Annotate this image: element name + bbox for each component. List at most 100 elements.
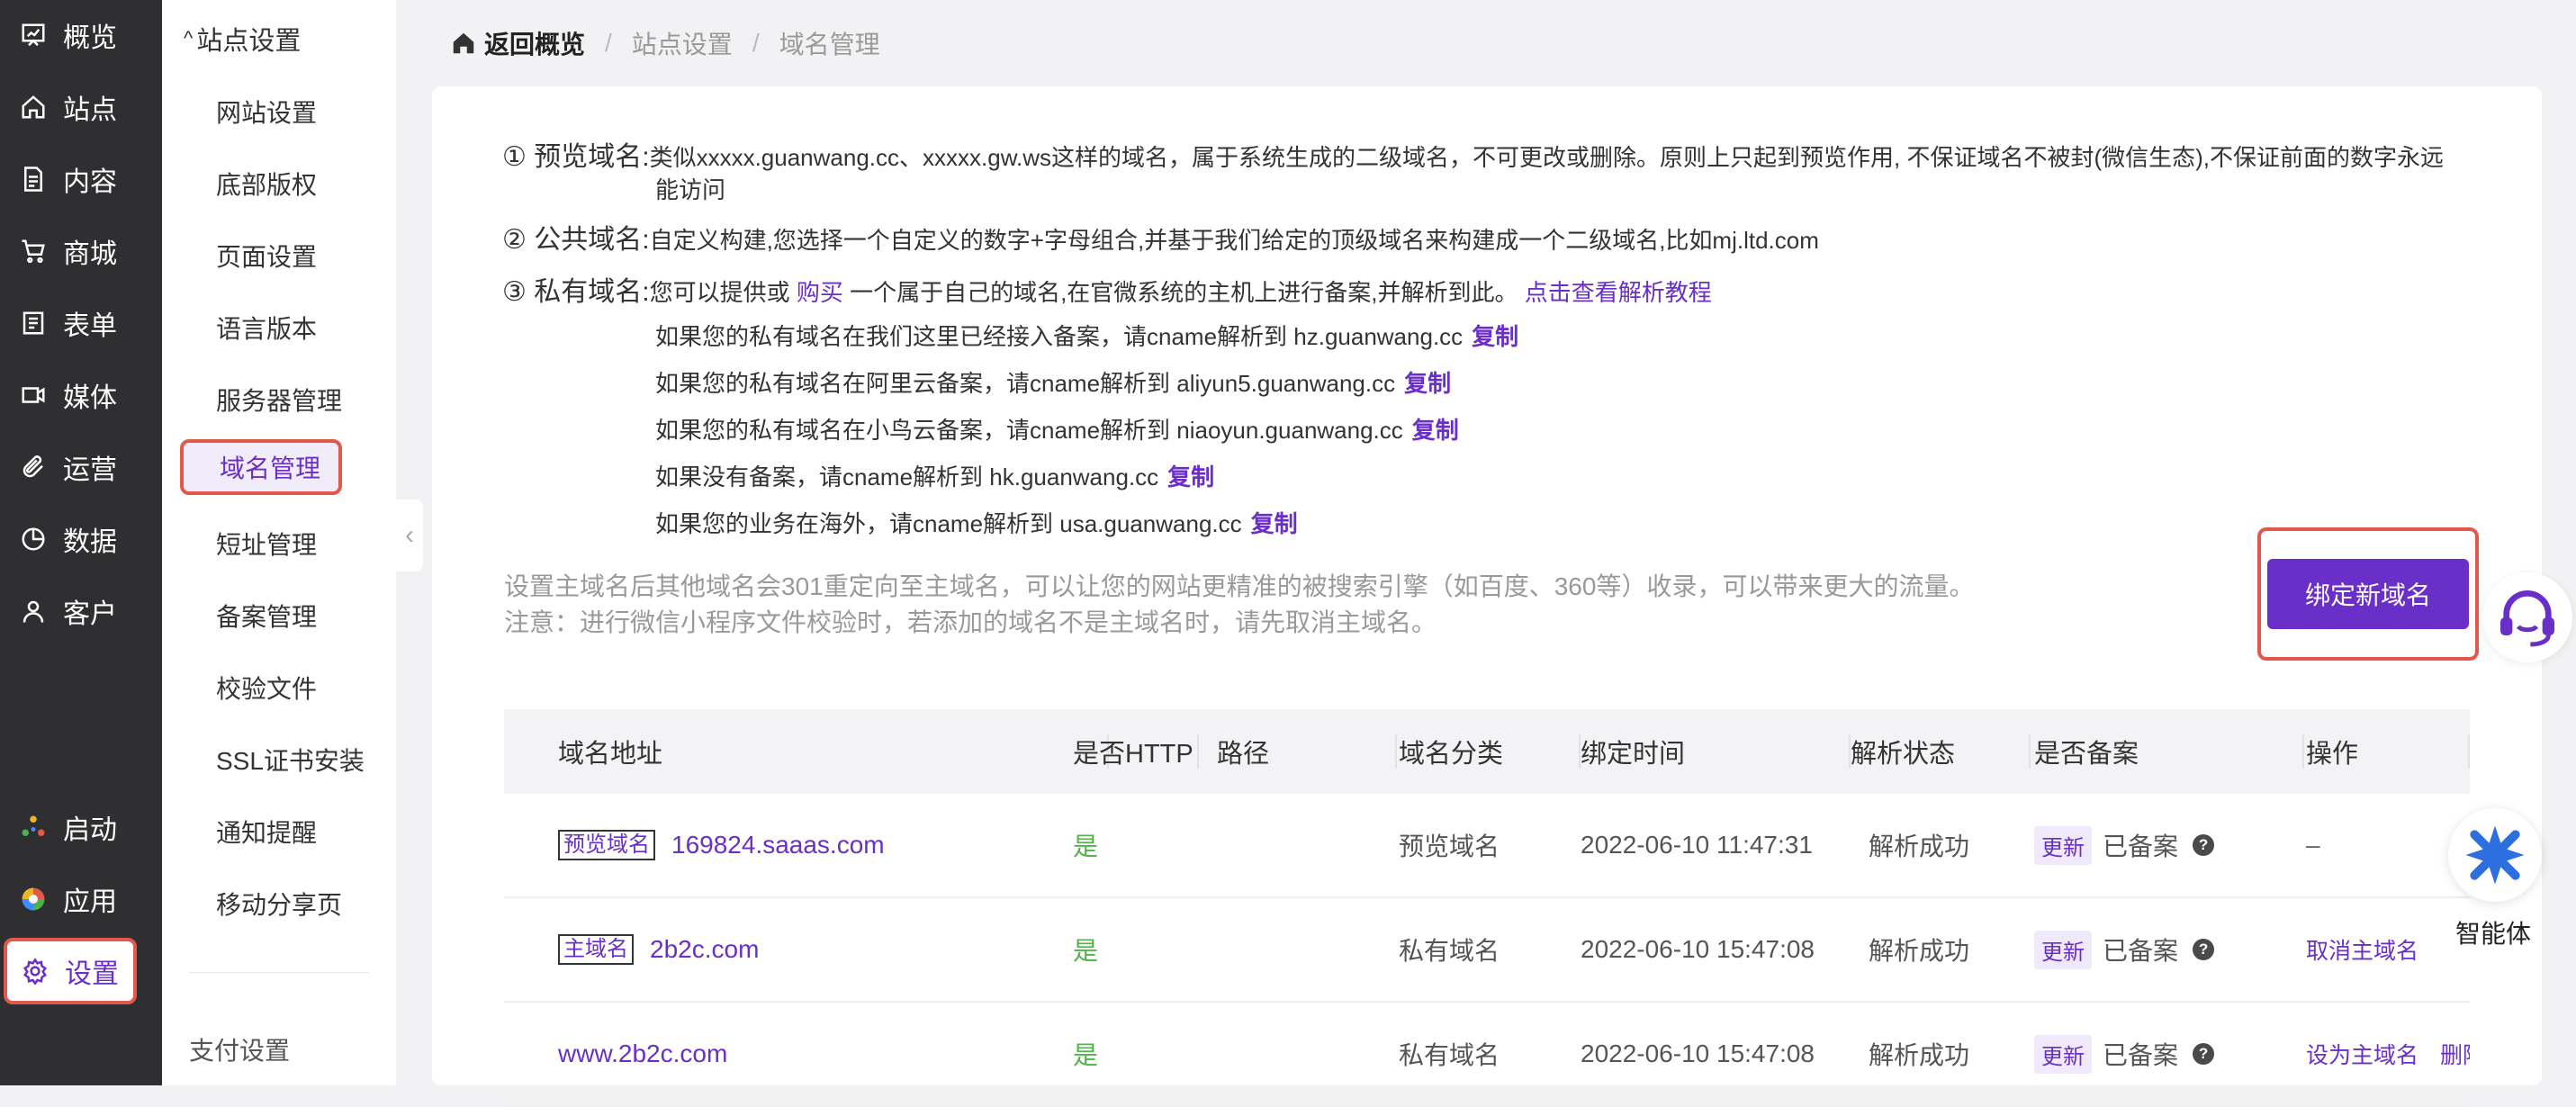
column-header-label: 域名分类 <box>1399 740 1504 769</box>
column-header: 是否HTTP <box>1073 709 1199 794</box>
column-header: 是否备案 <box>2034 709 2304 794</box>
copy-button[interactable]: 复制 <box>1404 370 1451 397</box>
submenu-item[interactable]: SSL证书安装 <box>216 742 365 778</box>
icp-cell: 更新 已备案 ? <box>2034 794 2215 896</box>
category-cell: 预览域名 <box>1399 832 1500 860</box>
copy-button[interactable]: 复制 <box>1167 464 1214 490</box>
nav-item-data[interactable]: 数据 <box>0 508 162 571</box>
nav-item-form[interactable]: 表单 <box>0 292 162 355</box>
home-icon <box>18 92 49 122</box>
form-icon <box>18 308 49 338</box>
submenu-item[interactable]: 备案管理 <box>216 598 317 634</box>
help-icon[interactable]: ? <box>2193 939 2215 960</box>
submenu-item[interactable]: 校验文件 <box>216 670 317 706</box>
apps-icon <box>18 884 49 914</box>
pie-chart-icon <box>18 524 49 554</box>
cname-line: 如果没有备案，请cname解析到 hk.guanwang.cc 复制 <box>655 462 1214 492</box>
https-cell: 是 <box>1073 937 1099 965</box>
nav-item-settings[interactable]: 设置 <box>4 938 137 1004</box>
nav-item-launch[interactable]: 启动 <box>0 796 162 859</box>
icp-status: 已备案 <box>2103 832 2179 860</box>
nav-item-site[interactable]: 站点 <box>0 76 162 139</box>
preview-domain-label: ① 预览域名: <box>502 142 650 172</box>
resolve-status-cell: 解析成功 <box>1869 937 1970 965</box>
nav-label: 数据 <box>63 527 117 557</box>
domain-link[interactable]: www.2b2c.com <box>558 1040 727 1068</box>
overview-icon <box>18 20 49 50</box>
update-badge[interactable]: 更新 <box>2034 1034 2092 1074</box>
column-header: 操作 <box>2306 709 2470 794</box>
domain-link[interactable]: 169824.saaas.com <box>671 831 885 860</box>
chevron-left-icon: ‹ <box>405 520 414 550</box>
main-nav: 概览 站点 内容 商城 表单 媒体 运营 数据 客户 启动 应用 设置 <box>0 0 162 1085</box>
home-icon <box>453 32 474 54</box>
submenu-group-header[interactable]: ^ 站点设置 <box>184 20 301 58</box>
domain-cell: 预览域名 169824.saaas.com <box>558 794 885 896</box>
collapse-menu-toggle[interactable]: ‹ <box>396 500 423 572</box>
nav-item-customer[interactable]: 客户 <box>0 580 162 643</box>
nav-item-overview[interactable]: 概览 <box>0 4 162 67</box>
copy-button[interactable]: 复制 <box>1472 323 1518 350</box>
submenu-item[interactable]: 页面设置 <box>216 238 317 274</box>
cancel-main-domain-button[interactable]: 取消主域名 <box>2306 933 2418 966</box>
submenu-item[interactable]: 服务器管理 <box>216 382 342 418</box>
icp-cell: 更新 已备案 ? <box>2034 898 2215 1001</box>
breadcrumb-home[interactable]: 返回概览 <box>450 25 585 61</box>
category-cell: 私有域名 <box>1399 1041 1500 1069</box>
breadcrumb-separator: / <box>752 29 760 57</box>
nav-item-operation[interactable]: 运营 <box>0 436 162 499</box>
submenu-group-payment[interactable]: 支付设置 <box>189 1031 290 1067</box>
domain-link[interactable]: 2b2c.com <box>650 935 759 964</box>
submenu-item[interactable]: 网站设置 <box>216 94 317 130</box>
tutorial-link[interactable]: 点击查看解析教程 <box>1525 279 1712 306</box>
nav-item-shop[interactable]: 商城 <box>0 220 162 283</box>
main-domain-note: 设置主域名后其他域名会301重定向至主域名，可以让您的网站更精准的被搜索引擎（如… <box>504 572 1975 600</box>
cname-line: 如果您的业务在海外，请cname解析到 usa.guanwang.cc 复制 <box>655 508 1298 539</box>
bind-time-cell: 2022-06-10 15:47:08 <box>1581 935 1815 963</box>
column-header: 路径 <box>1217 709 1397 794</box>
submenu-item[interactable]: 短址管理 <box>216 526 317 562</box>
breadcrumb: 返回概览 / 站点设置 / 域名管理 <box>450 25 880 61</box>
private-domain-label: ③ 私有域名: <box>502 277 650 307</box>
breadcrumb-item[interactable]: 站点设置 <box>632 25 733 61</box>
chevron-up-icon: ^ <box>184 27 194 50</box>
update-badge[interactable]: 更新 <box>2034 930 2092 969</box>
column-header-label: 绑定时间 <box>1581 740 1686 769</box>
ai-agent-button[interactable] <box>2448 808 2542 902</box>
public-domain-label: ② 公共域名: <box>502 225 650 255</box>
help-icon[interactable]: ? <box>2193 834 2215 856</box>
nav-label: 运营 <box>63 455 117 485</box>
nav-item-apps[interactable]: 应用 <box>0 868 162 931</box>
buy-domain-link[interactable]: 购买 <box>797 279 843 306</box>
column-header-label: 是否备案 <box>2034 740 2139 769</box>
public-domain-text: 自定义构建,您选择一个自定义的数字+字母组合,并基于我们给定的顶级域名来构建成一… <box>649 227 1819 254</box>
submenu-group-title: 站点设置 <box>196 27 302 56</box>
set-main-domain-button[interactable]: 设为主域名 <box>2306 1038 2418 1070</box>
preview-domain-info: ① 预览域名:类似xxxxx.guanwang.cc、xxxxx.gw.ws这样… <box>502 142 2464 173</box>
submenu-item[interactable]: 底部版权 <box>216 166 317 202</box>
copy-button[interactable]: 复制 <box>1251 510 1298 537</box>
launch-icon <box>18 812 49 842</box>
nav-label: 设置 <box>65 959 119 989</box>
public-domain-info: ② 公共域名:自定义构建,您选择一个自定义的数字+字母组合,并基于我们给定的顶级… <box>502 225 2464 256</box>
help-icon[interactable]: ? <box>2193 1043 2215 1065</box>
customer-support-button[interactable] <box>2482 572 2572 662</box>
ai-agent-label: 智能体 <box>2455 920 2532 948</box>
submenu-item[interactable]: 语言版本 <box>216 310 317 346</box>
nav-item-content[interactable]: 内容 <box>0 148 162 211</box>
private-domain-info: ③ 私有域名:您可以提供或 购买 一个属于自己的域名,在官微系统的主机上进行备案… <box>502 277 2464 308</box>
copy-button[interactable]: 复制 <box>1412 417 1459 444</box>
delete-button[interactable]: 删除 <box>2440 1038 2470 1070</box>
nav-label: 站点 <box>63 95 117 125</box>
bind-time-cell: 2022-06-10 11:47:31 <box>1581 831 1813 859</box>
submenu-item-domain-active[interactable]: 域名管理 <box>180 439 342 495</box>
ops-cell: 取消主域名 <box>2306 898 2418 1001</box>
update-badge[interactable]: 更新 <box>2034 825 2092 865</box>
cname-line: 如果您的私有域名在小鸟云备案，请cname解析到 niaoyun.guanwan… <box>655 415 1459 446</box>
bind-new-domain-button[interactable]: 绑定新域名 <box>2267 559 2469 629</box>
resolve-status-cell: 解析成功 <box>1869 1041 1970 1069</box>
submenu-item[interactable]: 移动分享页 <box>216 886 342 922</box>
column-header-label: 操作 <box>2306 740 2359 769</box>
nav-item-media[interactable]: 媒体 <box>0 364 162 427</box>
submenu-item[interactable]: 通知提醒 <box>216 814 317 850</box>
